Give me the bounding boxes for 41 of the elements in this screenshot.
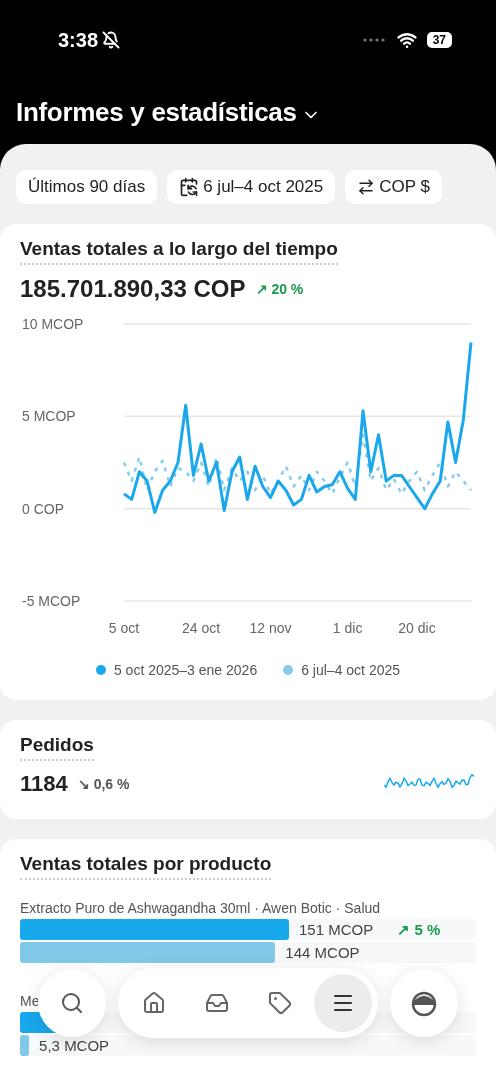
x-axis-label: 1 dic [332, 620, 363, 636]
legend-label: 6 jul–4 oct 2025 [301, 662, 401, 678]
total-sales: 185.701.890,33 COP [20, 275, 246, 303]
card-title: Pedidos [20, 734, 94, 761]
home-icon [141, 991, 166, 1015]
currency-exchange-icon [357, 178, 376, 196]
y-axis-label: 10 MCOP [22, 316, 84, 332]
wifi-icon [396, 30, 417, 50]
battery-level: 37 [426, 32, 452, 48]
y-axis-label: -5 MCOP [22, 593, 81, 609]
avatar-icon [410, 989, 438, 1017]
x-axis-label: 5 oct [108, 620, 140, 636]
signal-icon [362, 38, 387, 42]
inbox-icon [204, 991, 229, 1015]
product-name: Extracto Puro de Ashwagandha 30ml · Awen Botic · Salud [20, 900, 381, 916]
bar-value: 5,3 MCOP [39, 1037, 110, 1054]
y-axis-label: 5 MCOP [22, 408, 76, 425]
change-percent: ↗ 5 % [397, 920, 441, 939]
bar-value: 144 MCOP [285, 944, 360, 961]
filter-chip[interactable]: Últimos 90 días [16, 170, 158, 204]
tag-icon [267, 991, 292, 1015]
product-name: Me [20, 993, 40, 1009]
change-percent: ↗ 20 % [255, 281, 304, 297]
page-title: Informes y estadísticas [16, 96, 297, 128]
orders-count: 1184 [20, 771, 68, 797]
x-axis-label: 20 dic [398, 620, 436, 636]
x-axis-label: 12 nov [249, 620, 292, 636]
card-title: Ventas totales por producto [20, 853, 272, 880]
legend-label: 5 oct 2025–3 ene 2026 [113, 662, 258, 678]
filter-chip[interactable]: 6 jul–4 oct 2025 [167, 170, 336, 204]
bell-off-icon [102, 31, 121, 49]
change-percent: ↘ 0,6 % [77, 776, 130, 792]
filter-chip[interactable]: COP $ [345, 170, 442, 204]
nav-tab[interactable] [313, 974, 372, 1032]
status-time: 3:38 [58, 28, 99, 52]
bar-value: 151 MCOP [299, 921, 374, 938]
search-icon [60, 991, 84, 1015]
calendar-icon [179, 177, 200, 197]
y-axis-label: 0 COP [22, 500, 64, 517]
x-axis-label: 24 oct [182, 620, 221, 636]
card-title: Ventas totales a lo largo del tiempo [20, 238, 338, 265]
